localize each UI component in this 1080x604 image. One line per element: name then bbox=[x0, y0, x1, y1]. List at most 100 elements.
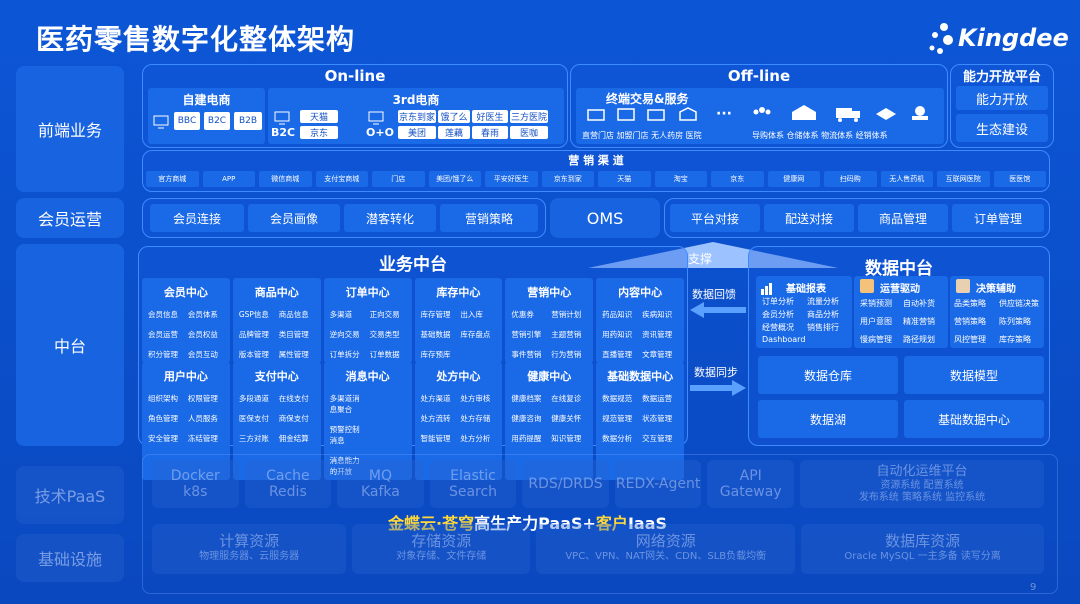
center-item: 正向交易 bbox=[369, 310, 400, 319]
self-ecom-item: B2C bbox=[204, 112, 230, 130]
o2o-item: 三方医院 bbox=[510, 110, 548, 123]
center-item bbox=[370, 424, 406, 446]
center-item: 用药知识 bbox=[602, 330, 633, 339]
infra-sub: Oracle MySQL 一主多备 读写分离 bbox=[844, 551, 1001, 562]
center-item: 会员信息 bbox=[148, 310, 178, 319]
center-item: 疾病知识 bbox=[642, 310, 673, 319]
center-card: 会员中心 会员信息 会员体系 会员运营 会员权益 积分管理 会员互动 bbox=[142, 278, 230, 363]
data-sync-label: 数据同步 bbox=[694, 366, 738, 379]
center-items: 组织架构 权限管理 角色管理 人员服务 安全管理 冻结管理 bbox=[142, 390, 230, 447]
label-frontend: 前端业务 bbox=[16, 66, 124, 192]
channel-item: 天猫 bbox=[598, 171, 651, 187]
center-item: 处方流转 bbox=[420, 414, 451, 423]
label-member-ops: 会员运营 bbox=[16, 198, 124, 238]
business-row-1: 会员中心 会员信息 会员体系 会员运营 会员权益 积分管理 会员互动 商品中心 GSP信息 商品信… bbox=[142, 278, 684, 363]
monitor-icon bbox=[153, 114, 169, 133]
channels-title: 营 销 渠 道 bbox=[568, 154, 624, 167]
channel-item: 淘宝 bbox=[654, 171, 707, 187]
center-items: 药品知识 疾病知识 用药知识 资讯管理 直播管理 文章管理 bbox=[596, 306, 684, 363]
center-item: 会员体系 bbox=[187, 310, 218, 319]
label-infra: 基础设施 bbox=[16, 534, 124, 582]
infra-sub: VPC、VPN、NAT网关、CDN、SLB负载均衡 bbox=[565, 551, 767, 562]
center-card: 订单中心 多渠道 正向交易 逆向交易 交易类型 订单拆分 订单数据 bbox=[323, 278, 412, 363]
oms-item: 订单管理 bbox=[952, 204, 1044, 232]
ops-title: 运营驱动 bbox=[880, 284, 920, 295]
o2o-item: 京东到家 bbox=[398, 110, 436, 123]
paas-item-b: Kafka bbox=[360, 484, 400, 500]
infra-item: 数据库资源 Oracle MySQL 一主多备 读写分离 bbox=[801, 524, 1044, 574]
center-item: 属性管理 bbox=[278, 350, 309, 359]
auto-ops-line1: 资源系统 配置系统 bbox=[880, 480, 964, 491]
online-header: On-line bbox=[324, 67, 386, 85]
center-item: 主题营销 bbox=[551, 330, 582, 339]
center-title: 用户中心 bbox=[163, 370, 208, 383]
center-item: 库存预库 bbox=[420, 350, 451, 359]
paas-item: Elastic Search bbox=[429, 460, 517, 508]
center-items: 健康档案 在线复诊 健康咨询 健康关怀 用药提醒 知识管理 bbox=[505, 390, 593, 447]
self-ecom-box: 自建电商 BBC B2C B2B bbox=[148, 88, 265, 144]
paas-item-a: RDS/DRDS bbox=[528, 476, 603, 492]
center-items: GSP信息 商品信息 品牌管理 类目管理 版本管理 属性管理 bbox=[233, 306, 321, 363]
ops-item: 用户意图 bbox=[860, 317, 892, 326]
reports-item: 销售排行 bbox=[807, 323, 839, 332]
channel-item: 无人售药机 bbox=[880, 171, 933, 187]
center-items: 优惠券 营销计划 营销引擎 主题营销 事件营销 行为营销 bbox=[505, 306, 593, 363]
reports-card: 基础报表 订单分析 流量分析 会员分析 商品分析 经营概况 销售排行 Dashboard bbox=[756, 276, 852, 348]
center-item: 订单拆分 bbox=[329, 350, 360, 359]
center-item: 会员运营 bbox=[148, 330, 178, 339]
o2o-item: 莲藕 bbox=[438, 126, 470, 139]
center-item: 状态管理 bbox=[642, 414, 673, 423]
infra-sub: 对象存储、文件存储 bbox=[396, 551, 487, 562]
oms-item: 商品管理 bbox=[858, 204, 948, 232]
paas-item-b: Redis bbox=[268, 484, 307, 500]
paas-item: REDX-Agent bbox=[614, 460, 702, 508]
decision-grid: 品类策略 供应链决策 营销策略 陈列策略 风控管理 库存策略 bbox=[954, 298, 1044, 345]
center-item: 营销计划 bbox=[551, 310, 582, 319]
center-item: 智能管理 bbox=[420, 434, 451, 443]
center-item: 在线复诊 bbox=[551, 394, 582, 403]
arrow-right-icon bbox=[690, 380, 746, 400]
paas-item: Cache Redis bbox=[244, 460, 332, 508]
store-icon bbox=[586, 106, 706, 126]
channel-item: APP bbox=[202, 171, 255, 187]
infra-title: 数据库资源 bbox=[885, 532, 961, 550]
page-number: 9 bbox=[1030, 582, 1037, 593]
channel-item: 京东 bbox=[711, 171, 764, 187]
decision-item: 风控管理 bbox=[954, 335, 986, 344]
center-card: 商品中心 GSP信息 商品信息 品牌管理 类目管理 版本管理 属性管理 bbox=[232, 278, 321, 363]
self-ecom-item: B2B bbox=[234, 112, 262, 130]
center-item: 权限管理 bbox=[187, 394, 218, 403]
service-icons bbox=[752, 102, 932, 128]
center-item: GSP信息 bbox=[238, 310, 269, 319]
label-paas: 技术PaaS bbox=[16, 466, 124, 524]
center-item: 商保支付 bbox=[278, 414, 309, 423]
center-item: 组织架构 bbox=[148, 394, 178, 403]
reports-title: 基础报表 bbox=[786, 284, 826, 295]
ops-item: 精准营销 bbox=[903, 317, 935, 326]
center-title: 库存中心 bbox=[436, 286, 481, 299]
terminal-box: 终端交易&服务 ··· 直营门店 加盟门店 无人药房 医院 导购体系 仓储体系 … bbox=[576, 88, 944, 144]
business-center-title: 业务中台 bbox=[379, 255, 447, 275]
channel-item: 官方商城 bbox=[146, 171, 199, 187]
center-title: 商品中心 bbox=[254, 286, 299, 299]
center-item: 健康关怀 bbox=[551, 414, 582, 423]
center-item: 处方渠道 bbox=[420, 394, 451, 403]
center-item: 安全管理 bbox=[148, 434, 178, 443]
offline-header: Off-line bbox=[727, 67, 791, 85]
decision-item: 品类策略 bbox=[954, 299, 986, 308]
business-row-2: 用户中心 组织架构 权限管理 角色管理 人员服务 安全管理 冻结管理 支付中心 多段通道 在线支付… bbox=[142, 362, 684, 480]
center-item: 健康咨询 bbox=[511, 414, 542, 423]
o2o-item: 美团 bbox=[398, 126, 436, 139]
center-item: 知识管理 bbox=[551, 434, 582, 443]
center-items: 多渠道 正向交易 逆向交易 交易类型 订单拆分 订单数据 bbox=[324, 306, 412, 363]
reports-item: 会员分析 bbox=[762, 310, 794, 319]
center-item bbox=[460, 349, 496, 360]
paas-item: API Gateway bbox=[707, 460, 794, 508]
o2o-item: 好医生 bbox=[472, 110, 508, 123]
center-item: 文章管理 bbox=[642, 350, 673, 359]
decision-item: 营销策略 bbox=[954, 317, 986, 326]
center-item: 基础数据 bbox=[420, 330, 451, 339]
channel-item: 医医馆 bbox=[993, 171, 1046, 187]
center-item: 会员互动 bbox=[187, 350, 218, 359]
oms-label: OMS bbox=[550, 198, 660, 238]
